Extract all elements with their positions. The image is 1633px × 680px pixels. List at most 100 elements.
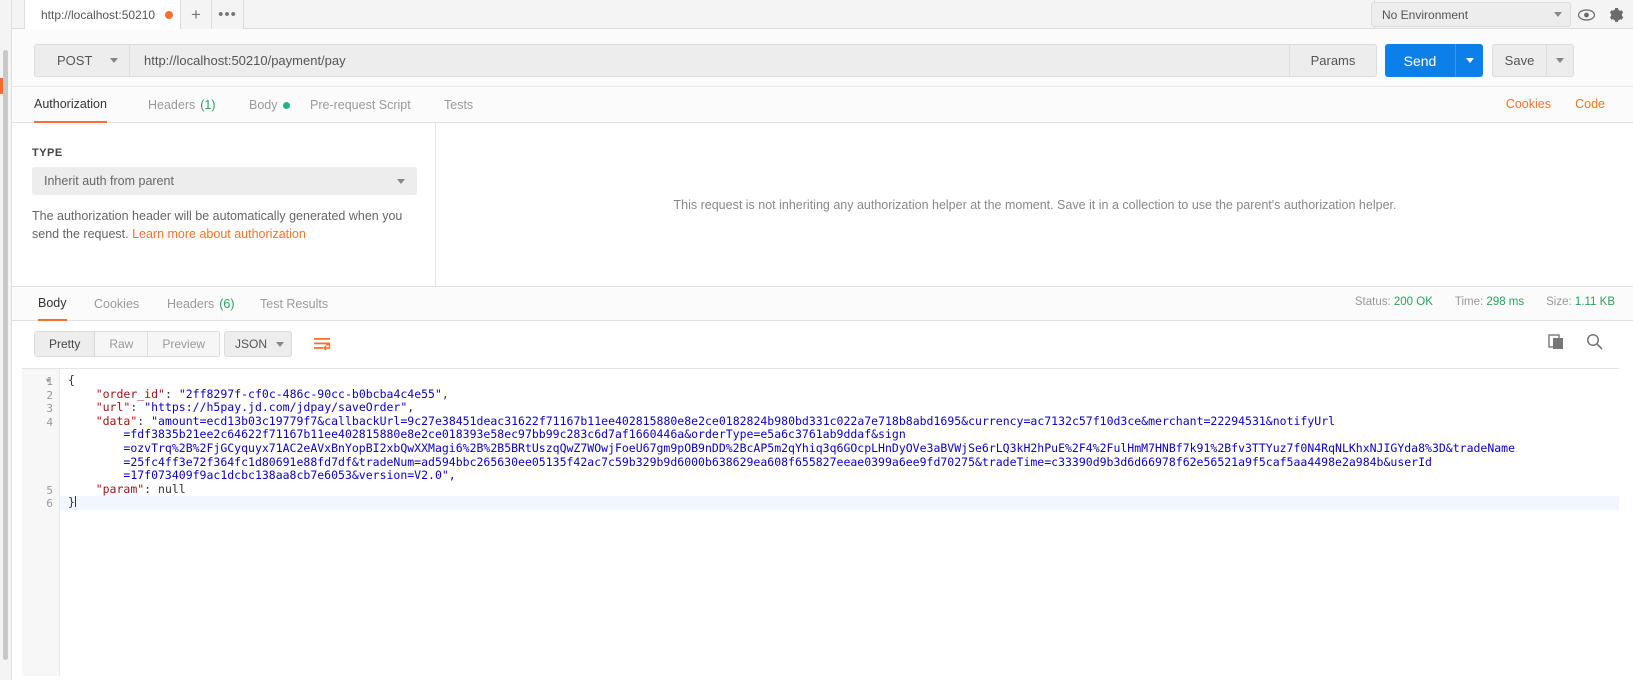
code-line-active: } xyxy=(60,496,1619,510)
status-value: 200 OK xyxy=(1393,296,1433,308)
text-cursor xyxy=(74,496,76,508)
view-mode-preview[interactable]: Preview xyxy=(148,332,220,356)
tab-headers[interactable]: Headers (1) xyxy=(148,87,216,123)
response-tabs: Body Cookies Headers (6) Test Results St… xyxy=(12,287,1633,321)
code-link[interactable]: Code xyxy=(1575,97,1605,111)
search-icon xyxy=(1586,333,1603,350)
tab-label: Headers xyxy=(148,98,196,112)
cookies-link[interactable]: Cookies xyxy=(1506,97,1551,111)
fold-toggle-icon[interactable]: ▾ xyxy=(46,376,54,385)
status-meta: Status: 200 OK xyxy=(1355,296,1433,308)
response-tab-headers[interactable]: Headers (6) xyxy=(167,287,235,321)
response-body-toolbar: Pretty Raw Preview JSON xyxy=(12,321,1633,367)
tab-label: Test Results xyxy=(260,297,329,311)
auth-type-select[interactable]: Inherit auth from parent xyxy=(32,167,417,195)
tab-label: Tests xyxy=(444,98,474,112)
request-tab[interactable]: http://localhost:50210 xyxy=(24,0,189,29)
authorization-pane: TYPE Inherit auth from parent The author… xyxy=(12,123,436,286)
code-line: "param": null xyxy=(95,481,186,496)
size-value: 1.11 KB xyxy=(1574,296,1615,308)
search-button[interactable] xyxy=(1586,333,1603,355)
format-value: JSON xyxy=(235,337,268,351)
response-tab-test-results[interactable]: Test Results xyxy=(260,287,328,321)
code-line: "order_id": "2ff8297f-cf0c-486c-90cc-b0b… xyxy=(95,386,449,401)
code-line: { xyxy=(60,373,1619,388)
json-value: "https://h5pay.jd.com/jdpay/saveOrder" xyxy=(144,400,408,415)
auth-type-value: Inherit auth from parent xyxy=(44,174,174,188)
line-number: 6 xyxy=(46,497,53,511)
environment-value: No Environment xyxy=(1382,7,1469,22)
size-label: Size: xyxy=(1546,296,1572,308)
code-line-wrapped: =25fc4ff3e72f364fc1d80691e88fd7df&tradeN… xyxy=(60,454,1619,470)
chevron-down-icon xyxy=(1554,12,1562,17)
copy-button[interactable] xyxy=(1548,334,1565,355)
tab-badge: (6) xyxy=(219,297,235,311)
send-label: Send xyxy=(1403,52,1437,69)
response-tab-cookies[interactable]: Cookies xyxy=(94,287,139,321)
code-line-wrapped: =17f073409f9ac1dcbc138aa8cb7e6053&versio… xyxy=(60,468,1619,483)
word-wrap-icon xyxy=(314,338,331,351)
url-bar: POST http://localhost:50210/payment/pay … xyxy=(12,29,1633,87)
method-select[interactable]: POST xyxy=(34,44,129,77)
url-input[interactable]: http://localhost:50210/payment/pay xyxy=(129,44,1289,77)
code-line-wrapped: =ozvTrq%2B%2FjGCyquyx71AC2eAVxBnYopBI2xb… xyxy=(60,440,1619,456)
status-label: Status: xyxy=(1354,296,1391,308)
eye-icon xyxy=(1577,8,1595,21)
tab-label: Pre-request Script xyxy=(310,98,411,112)
send-button[interactable]: Send xyxy=(1385,44,1455,77)
chevron-down-icon xyxy=(110,58,118,63)
time-label: Time: xyxy=(1454,296,1484,308)
tab-options-button[interactable]: ••• xyxy=(212,0,244,29)
learn-more-link[interactable]: Learn more about authorization xyxy=(132,227,306,241)
json-value: null xyxy=(158,481,186,496)
auth-description: The authorization header will be automat… xyxy=(32,207,422,243)
tab-authorization[interactable]: Authorization xyxy=(34,87,107,123)
chevron-down-icon xyxy=(1465,58,1474,63)
left-rail xyxy=(0,0,12,680)
send-options-button[interactable] xyxy=(1455,44,1483,77)
json-code[interactable]: { "order_id": "2ff8297f-cf0c-486c-90cc-b… xyxy=(60,369,1619,676)
json-key: "data" xyxy=(95,413,138,428)
json-value-cont: =17f073409f9ac1dcbc138aa8cb7e6053&versio… xyxy=(123,468,456,483)
environment-select[interactable]: No Environment xyxy=(1371,2,1571,27)
unsaved-dot-icon xyxy=(165,10,174,19)
body-present-icon xyxy=(282,101,290,109)
view-mode-pretty[interactable]: Pretty xyxy=(35,332,96,356)
tab-label: Headers xyxy=(167,297,215,311)
json-value-cont: =25fc4ff3e72f364fc1d80691e88fd7df&tradeN… xyxy=(123,454,1432,469)
json-value: "amount=ecd13b03c19779f7&callbackUrl=9c2… xyxy=(151,413,1336,428)
tab-body[interactable]: Body xyxy=(249,87,290,123)
chevron-down-icon xyxy=(276,341,284,347)
response-tab-body[interactable]: Body xyxy=(38,287,67,321)
request-tabs: Authorization Headers (1) Body Pre-reque… xyxy=(12,87,1633,123)
copy-icon xyxy=(1548,334,1563,349)
json-key: "param" xyxy=(95,481,145,496)
tab-tests[interactable]: Tests xyxy=(444,87,473,123)
settings-button[interactable] xyxy=(1603,2,1629,27)
rail-scrollbar[interactable] xyxy=(3,50,8,660)
view-mode-raw[interactable]: Raw xyxy=(95,332,149,356)
response-body-viewer[interactable]: 1 ▾ 2 3 4 5 6 { "order_id": "2ff8297f-cf… xyxy=(22,368,1619,676)
save-options-button[interactable] xyxy=(1546,44,1574,77)
json-value-cont: =ozvTrq%2B%2FjGCyquyx71AC2eAVxBnYopBI2xb… xyxy=(123,440,1516,455)
chevron-down-icon xyxy=(1556,58,1564,63)
time-meta: Time: 298 ms xyxy=(1455,296,1524,308)
params-button[interactable]: Params xyxy=(1289,44,1377,77)
save-button[interactable]: Save xyxy=(1492,44,1546,77)
code-line: "data": "amount=ecd13b03c19779f7&callbac… xyxy=(95,413,1336,428)
save-label: Save xyxy=(1504,53,1535,68)
request-tab-label: http://localhost:50210 xyxy=(41,7,156,22)
json-value: "2ff8297f-cf0c-486c-90cc-b0bcba4c4e55" xyxy=(178,386,442,401)
line-number: 4 xyxy=(46,415,53,429)
tab-pre-request-script[interactable]: Pre-request Script xyxy=(310,87,411,123)
word-wrap-button[interactable] xyxy=(308,331,336,357)
line-number: 3 xyxy=(46,402,53,416)
environment-quicklook-button[interactable] xyxy=(1573,2,1599,27)
tab-label: Body xyxy=(38,296,67,310)
format-select[interactable]: JSON xyxy=(224,331,292,357)
code-line-wrapped: =fdf3835b21ee2c64622f71167b11ee402815880… xyxy=(60,428,1619,442)
view-mode-group: Pretty Raw Preview xyxy=(34,331,221,357)
tab-label: Body xyxy=(249,98,278,112)
new-tab-button[interactable]: + xyxy=(180,0,212,29)
json-key: "order_id" xyxy=(95,386,165,401)
